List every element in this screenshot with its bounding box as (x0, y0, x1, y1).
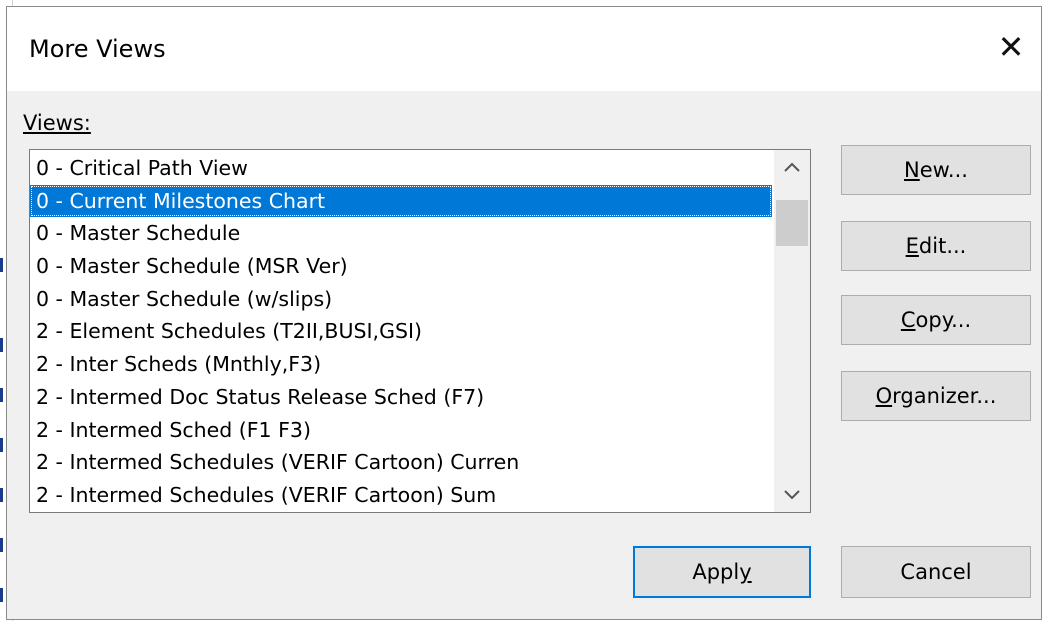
copy-button-label: Copy... (900, 308, 972, 332)
more-views-dialog: More Views ✕ Views: 0 - Critical Path Vi… (6, 6, 1042, 620)
list-item[interactable]: 2 - Element Schedules (T2II,BUSI,GSI) (30, 315, 772, 348)
list-item[interactable]: 2 - Intermed Schedules (VERIF Cartoon) C… (30, 446, 772, 479)
list-item[interactable]: 0 - Master Schedule (w/slips) (30, 283, 772, 316)
views-scrollbar[interactable] (774, 150, 810, 512)
list-item[interactable]: 0 - Master Schedule (MSR Ver) (30, 250, 772, 283)
views-label-text: Views: (23, 111, 91, 135)
list-item[interactable]: 2 - Inter Scheds (Mnthly,F3) (30, 348, 772, 381)
new-button-label: New... (904, 158, 968, 182)
copy-button[interactable]: Copy... (841, 295, 1031, 345)
organizer-button-label: Organizer... (875, 384, 997, 408)
close-icon[interactable]: ✕ (981, 17, 1041, 77)
edit-button[interactable]: Edit... (841, 221, 1031, 271)
apply-button-label: Apply (692, 560, 752, 584)
views-list: 0 - Critical Path View 0 - Current Milest… (30, 150, 772, 512)
views-listbox[interactable]: 0 - Critical Path View 0 - Current Milest… (29, 149, 811, 513)
cancel-button[interactable]: Cancel (841, 546, 1031, 598)
organizer-button[interactable]: Organizer... (841, 371, 1031, 421)
list-item[interactable]: 0 - Current Milestones Chart (30, 184, 772, 218)
scroll-thumb[interactable] (776, 200, 808, 246)
edit-button-label: Edit... (905, 234, 967, 258)
views-label: Views: (23, 111, 91, 135)
title-bar: More Views ✕ (7, 7, 1041, 91)
list-item[interactable]: 0 - Master Schedule (30, 217, 772, 250)
list-item[interactable]: 2 - Intermed Sched (F1 F3) (30, 414, 772, 447)
chevron-down-icon[interactable] (774, 478, 810, 512)
list-item[interactable]: 0 - Critical Path View (30, 152, 772, 185)
dialog-title: More Views (29, 35, 166, 63)
cancel-button-label: Cancel (900, 560, 972, 584)
list-item[interactable]: 2 - Intermed Schedules (VERIF Cartoon) S… (30, 479, 772, 512)
chevron-up-icon[interactable] (774, 150, 810, 184)
list-item[interactable]: 2 - Intermed Doc Status Release Sched (F… (30, 381, 772, 414)
new-button[interactable]: New... (841, 145, 1031, 195)
apply-button[interactable]: Apply (633, 546, 811, 598)
